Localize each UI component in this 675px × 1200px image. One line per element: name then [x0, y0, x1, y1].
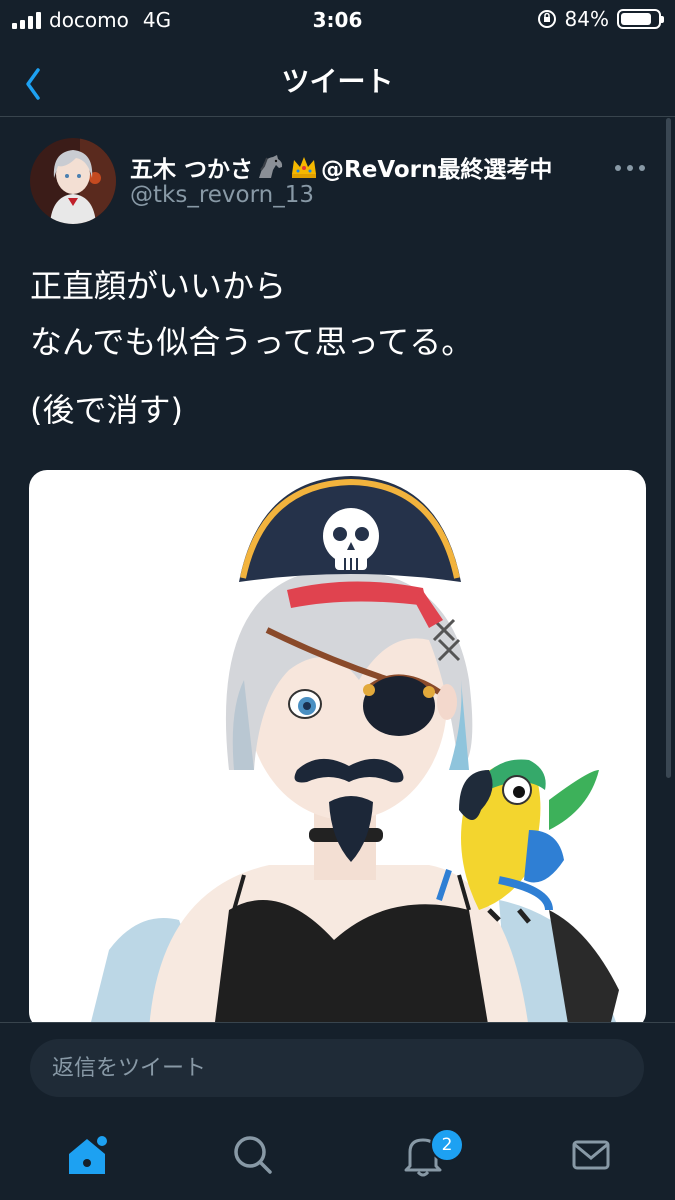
tweet-line-2: なんでも似合うって思ってる。 [30, 323, 474, 361]
home-icon [69, 1136, 107, 1174]
page-title: ツイート [281, 65, 394, 98]
tweet-header: 五木 つかさ @ReVorn最終選考中 @tks_revorn_13 [0, 116, 675, 236]
horse-emoji-icon [259, 155, 283, 178]
more-dots-icon [615, 165, 645, 171]
search-icon [234, 1136, 272, 1174]
reply-input[interactable] [30, 1039, 644, 1097]
reply-bar [0, 1022, 675, 1115]
author-name[interactable]: 五木 つかさ @ReVorn最終選考中 [130, 150, 552, 184]
author-name-text: 五木 つかさ [130, 157, 254, 183]
tweet-line-3: (後で消す) [30, 391, 183, 429]
battery-fill [621, 13, 652, 25]
avatar-image [30, 138, 116, 224]
crown-emoji-icon [292, 157, 317, 178]
tab-search[interactable] [228, 1130, 278, 1180]
author-suffix: @ReVorn最終選考中 [321, 157, 553, 183]
status-bar: docomo 4G 3:06 84% [0, 0, 675, 40]
nav-bar: ツイート [0, 44, 675, 117]
avatar[interactable] [30, 138, 116, 224]
illustration-image [89, 476, 619, 1030]
battery-icon [617, 9, 664, 29]
author-handle[interactable]: @tks_revorn_13 [130, 182, 314, 208]
status-right: 84% [537, 7, 664, 31]
mail-icon [572, 1140, 610, 1170]
tweet-line-1: 正直顔がいいから [30, 267, 287, 305]
orientation-lock-icon [537, 10, 556, 28]
tab-bar [0, 1114, 675, 1200]
tweet-text: 正直顔がいいから なんでも似合うって思ってる。 (後で消す) [30, 258, 640, 438]
tweet-image[interactable] [29, 470, 646, 1030]
tab-home[interactable] [62, 1130, 112, 1180]
more-button[interactable] [613, 160, 647, 176]
battery-percent: 84% [564, 7, 609, 31]
notification-badge: 2 [430, 1128, 464, 1162]
tab-messages[interactable] [566, 1130, 616, 1180]
